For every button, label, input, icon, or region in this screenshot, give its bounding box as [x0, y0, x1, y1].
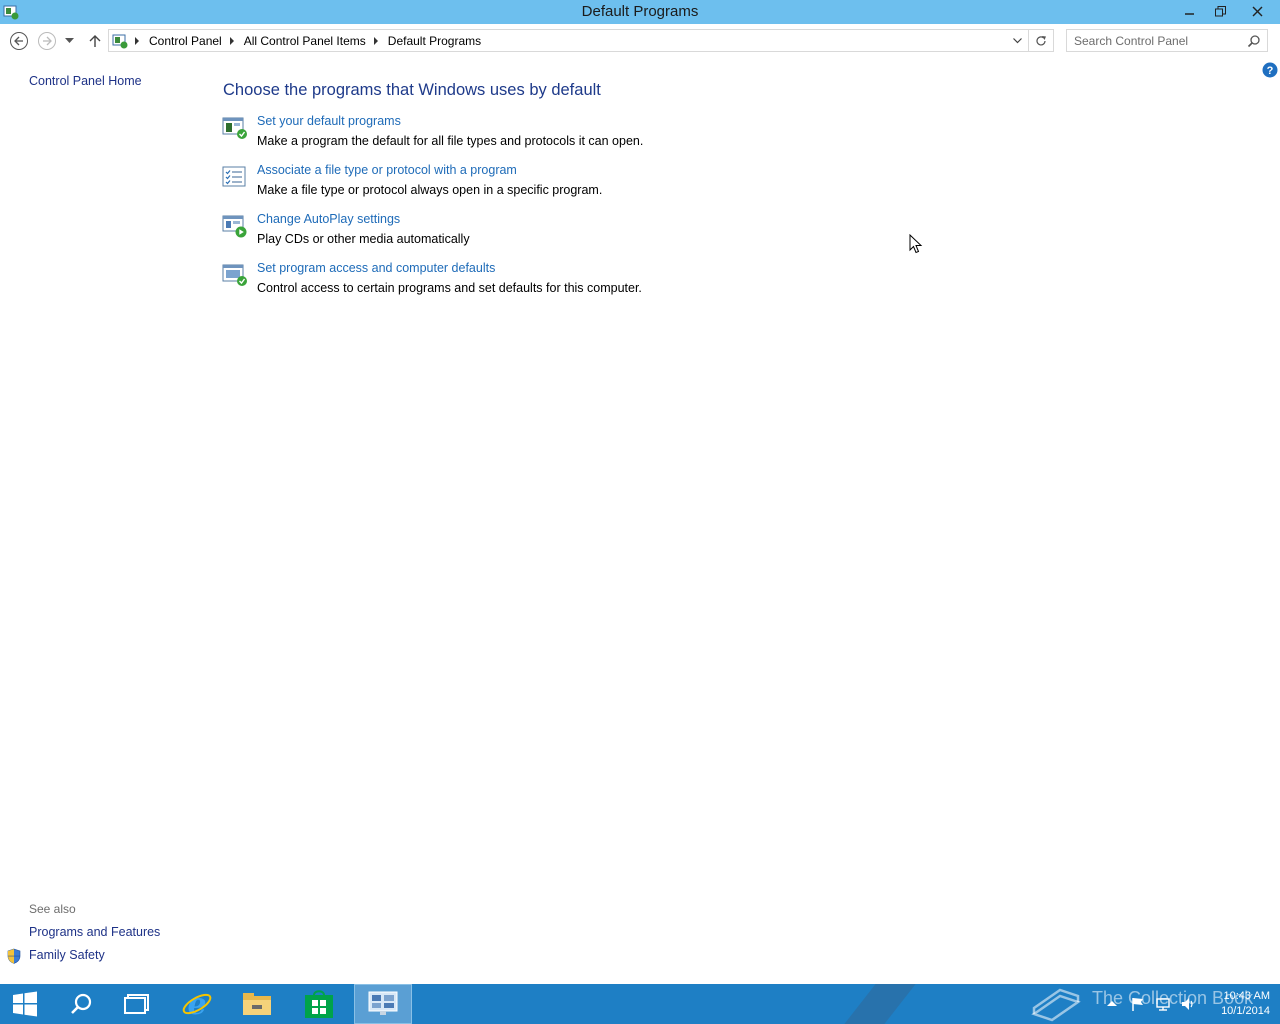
chevron-down-icon	[64, 38, 74, 43]
svg-text:?: ?	[1267, 65, 1274, 77]
breadcrumb-separator-icon[interactable]	[135, 37, 139, 45]
page-heading: Choose the programs that Windows uses by…	[223, 81, 601, 99]
default-programs-icon	[222, 117, 247, 139]
family-safety-link[interactable]: Family Safety	[29, 948, 105, 962]
search-box[interactable]	[1066, 29, 1268, 52]
task-view-icon	[124, 994, 149, 1014]
up-arrow-icon	[89, 35, 101, 47]
internet-explorer-icon: e	[182, 988, 212, 1020]
task-change-autoplay: Change AutoPlay settings Play CDs or oth…	[222, 212, 922, 252]
program-access-icon	[222, 264, 247, 286]
associate-file-type-description: Make a file type or protocol always open…	[257, 183, 603, 197]
system-clock[interactable]: 10:43 AM 10/1/2014	[1210, 989, 1270, 1019]
left-pane: Control Panel Home See also Programs and…	[0, 58, 200, 982]
program-access-description: Control access to certain programs and s…	[257, 281, 642, 295]
refresh-button[interactable]	[1033, 33, 1049, 49]
mouse-cursor-icon	[909, 234, 923, 254]
back-arrow-icon	[10, 32, 28, 50]
minimize-icon	[1185, 13, 1194, 15]
refresh-icon	[1036, 36, 1046, 46]
close-button[interactable]	[1235, 0, 1280, 22]
window-title: Default Programs	[581, 3, 699, 20]
forward-arrow-icon	[38, 32, 56, 50]
clock-date: 10/1/2014	[1221, 1005, 1270, 1017]
search-icon[interactable]	[1247, 34, 1261, 48]
breadcrumb-control-panel[interactable]: Control Panel	[149, 34, 222, 48]
title-bar: Default Programs	[0, 0, 1280, 24]
change-autoplay-description: Play CDs or other media automatically	[257, 232, 470, 246]
breadcrumb-separator-icon[interactable]	[229, 37, 234, 45]
uac-shield-icon	[7, 948, 21, 964]
address-dropdown-button[interactable]	[1009, 33, 1025, 49]
task-set-default-programs: Set your default programs Make a program…	[222, 114, 922, 154]
taskbar-search[interactable]	[52, 984, 110, 1024]
taskbar-internet-explorer[interactable]: e	[168, 984, 226, 1024]
set-default-programs-link[interactable]: Set your default programs	[257, 114, 401, 128]
control-panel-home-link[interactable]: Control Panel Home	[29, 74, 142, 88]
minimize-button[interactable]	[1175, 0, 1205, 22]
windows-logo-icon	[13, 991, 37, 1017]
task-associate-file-type: Associate a file type or protocol with a…	[222, 163, 922, 203]
chevron-down-icon	[1012, 38, 1022, 44]
navigation-bar: Control Panel All Control Panel Items De…	[0, 24, 1280, 58]
svg-text:e: e	[187, 988, 206, 1020]
change-autoplay-link[interactable]: Change AutoPlay settings	[257, 212, 400, 226]
folder-icon	[243, 993, 271, 1015]
breadcrumb-separator-icon[interactable]	[373, 37, 378, 45]
search-icon	[71, 993, 92, 1014]
taskbar-file-explorer[interactable]	[228, 984, 286, 1024]
restore-icon	[1214, 5, 1226, 16]
taskbar-decoration	[844, 984, 916, 1024]
control-panel-icon	[368, 991, 398, 1015]
autoplay-icon	[222, 215, 247, 238]
address-bar[interactable]: Control Panel All Control Panel Items De…	[108, 29, 1054, 52]
action-center-flag-icon[interactable]	[1130, 996, 1146, 1012]
restore-button[interactable]	[1205, 0, 1235, 22]
up-button[interactable]	[85, 31, 105, 51]
breadcrumb: Control Panel All Control Panel Items De…	[135, 34, 489, 48]
recent-locations-button[interactable]	[62, 31, 76, 51]
search-input[interactable]	[1067, 30, 1243, 51]
see-also-label: See also	[29, 902, 76, 916]
book-watermark-icon	[1031, 988, 1081, 1022]
program-access-link[interactable]: Set program access and computer defaults	[257, 261, 495, 275]
taskbar-task-view[interactable]	[108, 984, 166, 1024]
close-icon	[1252, 6, 1263, 16]
breadcrumb-all-control-panel-items[interactable]: All Control Panel Items	[244, 34, 366, 48]
start-button[interactable]	[0, 984, 50, 1024]
address-divider	[1028, 30, 1029, 51]
programs-and-features-link[interactable]: Programs and Features	[29, 925, 160, 939]
network-icon[interactable]	[1155, 996, 1171, 1012]
help-icon[interactable]: ?	[1262, 62, 1278, 78]
forward-button[interactable]	[37, 31, 57, 51]
associate-file-type-link[interactable]: Associate a file type or protocol with a…	[257, 163, 517, 177]
file-association-icon	[222, 166, 246, 187]
store-icon	[305, 990, 333, 1018]
task-program-access: Set program access and computer defaults…	[222, 261, 922, 301]
set-default-programs-description: Make a program the default for all file …	[257, 134, 644, 148]
back-button[interactable]	[9, 31, 29, 51]
show-hidden-icons-icon[interactable]	[1104, 996, 1120, 1012]
clock-time: 10:43 AM	[1223, 990, 1270, 1002]
volume-icon[interactable]	[1180, 996, 1196, 1012]
taskbar: e The Collection Book 10:43 AM 10/1/2014	[0, 984, 1280, 1024]
control-panel-location-icon	[112, 34, 128, 49]
breadcrumb-default-programs[interactable]: Default Programs	[388, 34, 481, 48]
taskbar-store[interactable]	[290, 984, 348, 1024]
taskbar-control-panel[interactable]	[354, 984, 412, 1024]
